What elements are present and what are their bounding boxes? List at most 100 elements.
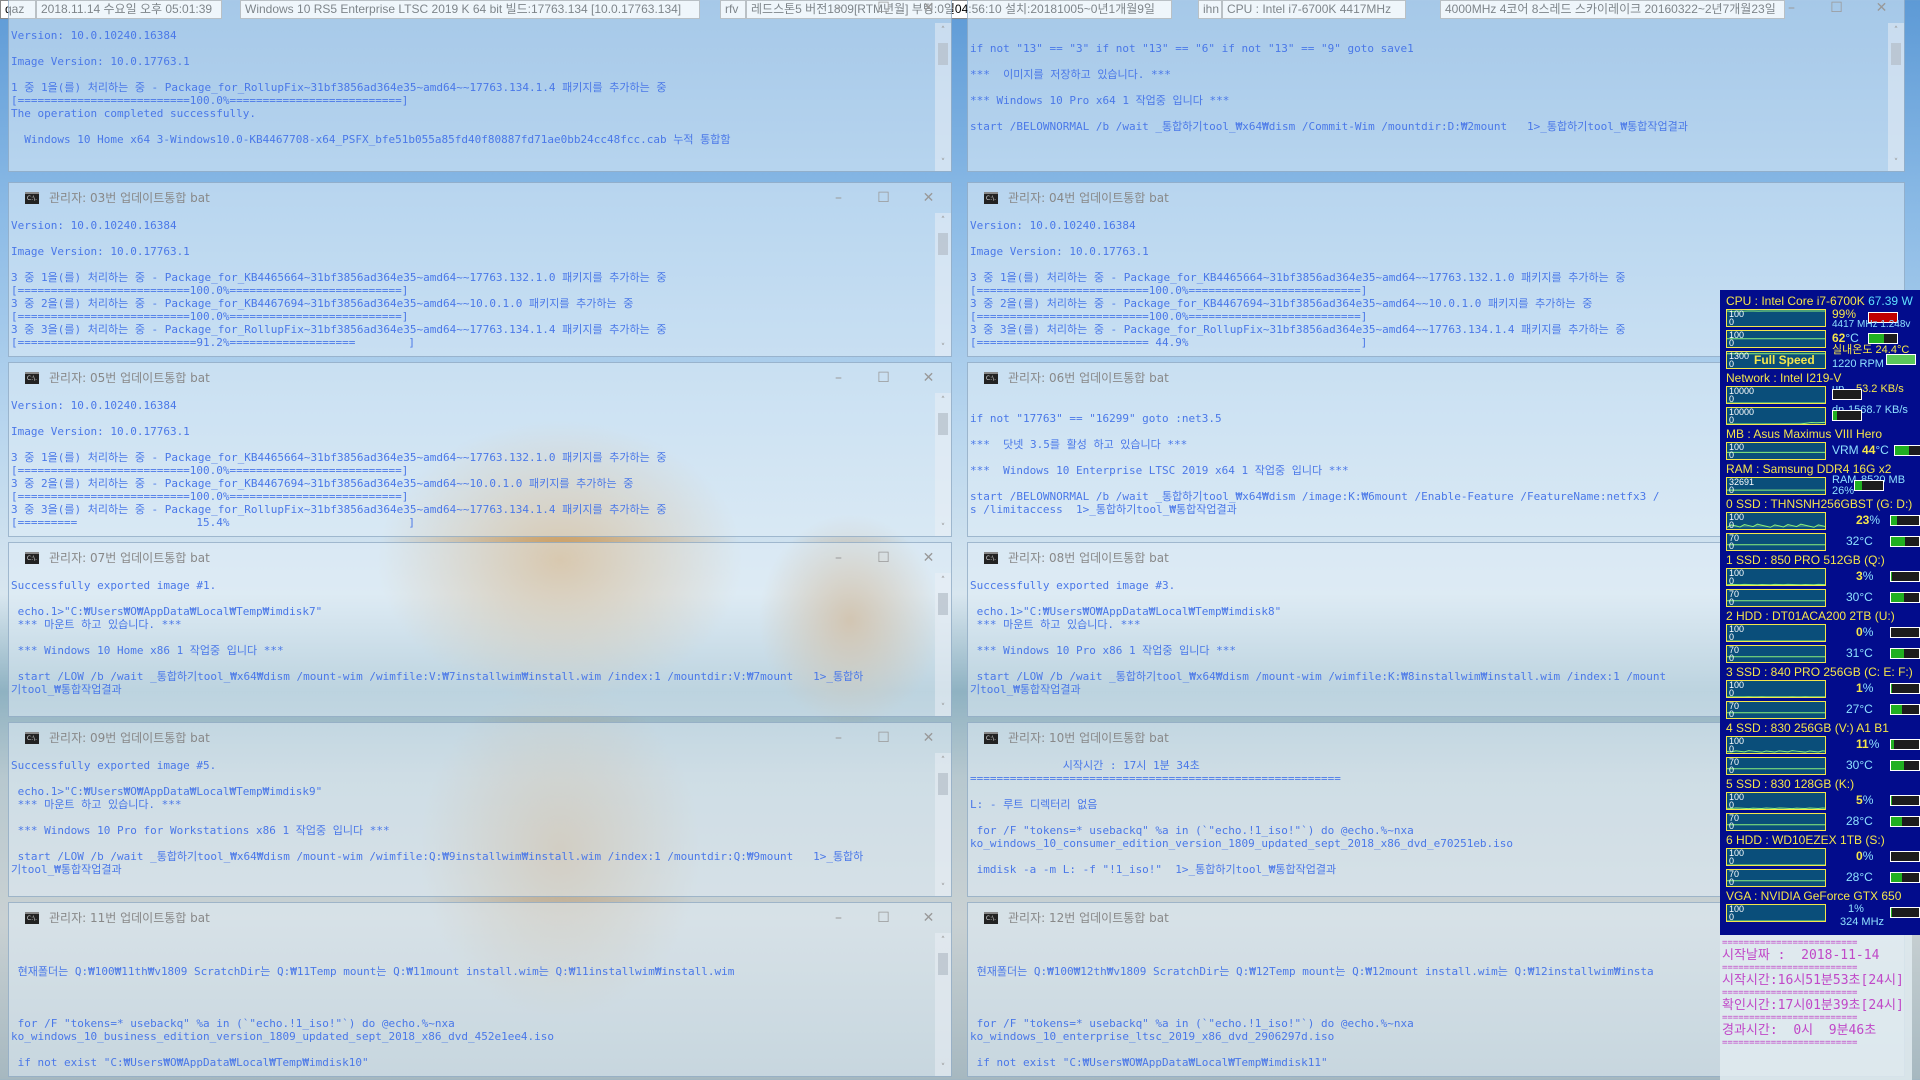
console-window[interactable]: C:\. 관리자: 09번 업데이트통합 bat – ☐ ✕ Successfully e… (8, 722, 952, 897)
maximize-button[interactable]: ☐ (861, 543, 906, 573)
scroll-thumb[interactable] (938, 413, 948, 435)
close-button[interactable]: ✕ (906, 543, 951, 573)
vertical-scrollbar[interactable]: ˄ ˅ (935, 393, 951, 536)
maximize-button[interactable]: ☐ (1814, 0, 1859, 23)
level-bar (1890, 851, 1920, 862)
console-output: Successfully exported image #5. echo.1>"… (9, 753, 935, 896)
monitor-row: 100000up53.2 KB/s (1726, 383, 1916, 405)
scroll-up-icon[interactable]: ˄ (935, 393, 951, 409)
console-line: 3 중 1을(를) 처리하는 중 - Package_for_KB4465664… (11, 451, 667, 464)
window-titlebar[interactable]: C:\. 관리자: 11번 업데이트통합 bat – ☐ ✕ (9, 903, 951, 933)
cmd-icon: C:\. (984, 732, 998, 744)
vertical-scrollbar[interactable]: ˄ ˅ (935, 213, 951, 356)
console-line: [===========================91.2%=======… (11, 336, 415, 349)
maximize-button[interactable]: ☐ (861, 363, 906, 393)
graph-min-label: 0 (1729, 912, 1735, 922)
close-button[interactable]: ✕ (1859, 0, 1904, 23)
console-window[interactable]: C:\. 관리자: 11번 업데이트통합 bat – ☐ ✕ 현재폴더는 Q:₩100₩… (8, 902, 952, 1077)
monitor-row: 100 0 1% (1726, 679, 1920, 699)
scroll-down-icon[interactable]: ˅ (1888, 155, 1904, 171)
console-line: Image Version: 10.0.17763.1 (11, 245, 190, 258)
window-titlebar[interactable]: – ☐ ✕ (9, 0, 951, 23)
minimize-button[interactable]: – (816, 543, 861, 573)
cmd-icon: C:\. (25, 552, 39, 564)
scroll-up-icon[interactable]: ˄ (1888, 23, 1904, 39)
scroll-thumb[interactable] (938, 233, 948, 255)
scroll-up-icon[interactable]: ˄ (935, 213, 951, 229)
minimize-button[interactable]: – (816, 0, 861, 23)
scroll-up-icon[interactable]: ˄ (935, 753, 951, 769)
close-button[interactable]: ✕ (906, 363, 951, 393)
mb-header: MB : Asus Maximus VIII Hero (1726, 427, 1916, 441)
level-bar (1890, 536, 1920, 547)
level-bar (1832, 389, 1862, 400)
scroll-thumb[interactable] (1891, 43, 1901, 65)
console-line: 3 중 2을(를) 처리하는 중 - Package_for_KB4467694… (11, 297, 634, 310)
window-titlebar[interactable]: C:\. 관리자: 07번 업데이트통합 bat – ☐ ✕ (9, 543, 951, 573)
minimize-button[interactable]: – (1769, 0, 1814, 23)
minimize-button[interactable]: – (816, 363, 861, 393)
window-titlebar[interactable]: C:\. 관리자: 05번 업데이트통합 bat – ☐ ✕ (9, 363, 951, 393)
console-line: [==========================100.0%=======… (11, 464, 409, 477)
graph-min-label: 0 (1729, 856, 1735, 866)
scroll-down-icon[interactable]: ˅ (935, 880, 951, 896)
close-button[interactable]: ✕ (906, 903, 951, 933)
minimize-button[interactable]: – (816, 903, 861, 933)
level-bar (1890, 795, 1920, 806)
ram-percent: 26% (1832, 485, 1855, 497)
vertical-scrollbar[interactable]: ˄ ˅ (1888, 23, 1904, 171)
scroll-down-icon[interactable]: ˅ (935, 340, 951, 356)
scroll-thumb[interactable] (938, 593, 948, 615)
vertical-scrollbar[interactable]: ˄ ˅ (935, 753, 951, 896)
window-titlebar[interactable]: C:\. 관리자: 03번 업데이트통합 bat – ☐ ✕ (9, 183, 951, 213)
scroll-thumb[interactable] (938, 773, 948, 795)
history-graph: 100 0 (1726, 330, 1826, 348)
drive-header-text: 0 SSD : THNSNH256GBST (G: D:) (1726, 497, 1913, 511)
scroll-up-icon[interactable]: ˄ (935, 933, 951, 949)
drive-temp: 28°C (1846, 870, 1873, 884)
minimize-button[interactable]: – (816, 183, 861, 213)
maximize-button[interactable]: ☐ (861, 723, 906, 753)
scroll-thumb[interactable] (938, 953, 948, 975)
close-button[interactable]: ✕ (906, 723, 951, 753)
scroll-down-icon[interactable]: ˅ (935, 1060, 951, 1076)
percent-sign: % (1862, 625, 1874, 639)
close-button[interactable]: ✕ (906, 0, 951, 23)
drive-temp-graph: 70 0 (1726, 645, 1826, 663)
maximize-button[interactable]: ☐ (861, 0, 906, 23)
window-titlebar[interactable]: C:\. 관리자: 04번 업데이트통합 bat (968, 183, 1904, 213)
console-window[interactable]: – ☐ ✕ Version: 10.0.10240.16384 Image Versio… (8, 0, 952, 172)
console-window[interactable]: – ☐ ✕ if not "13" == "3" if not "13" == "6"… (967, 0, 1905, 172)
level-bar (1890, 627, 1920, 638)
scroll-down-icon[interactable]: ˅ (935, 155, 951, 171)
drive-header-text: 1 SSD : 850 PRO 512GB (Q:) (1726, 553, 1885, 567)
console-line: Image Version: 10.0.17763.1 (970, 245, 1149, 258)
scroll-down-icon[interactable]: ˅ (935, 700, 951, 716)
window-titlebar[interactable]: C:\. 관리자: 09번 업데이트통합 bat – ☐ ✕ (9, 723, 951, 753)
console-line: Image Version: 10.0.17763.1 (11, 425, 190, 438)
maximize-button[interactable]: ☐ (861, 183, 906, 213)
window-titlebar[interactable]: – ☐ ✕ (968, 0, 1904, 23)
drive-usage-graph: 100 0 (1726, 512, 1826, 530)
vertical-scrollbar[interactable]: ˄ ˅ (935, 23, 951, 171)
drive-usage-value: 1 (1856, 681, 1863, 695)
scroll-up-icon[interactable]: ˄ (935, 23, 951, 39)
console-window[interactable]: C:\. 관리자: 05번 업데이트통합 bat – ☐ ✕ Version: 10.0.… (8, 362, 952, 537)
level-bar (1890, 515, 1920, 526)
scroll-thumb[interactable] (938, 43, 948, 65)
vertical-scrollbar[interactable]: ˄ ˅ (935, 933, 951, 1076)
maximize-button[interactable]: ☐ (861, 903, 906, 933)
scroll-down-icon[interactable]: ˅ (935, 520, 951, 536)
vertical-scrollbar[interactable]: ˄ ˅ (935, 573, 951, 716)
minimize-button[interactable]: – (816, 723, 861, 753)
close-button[interactable]: ✕ (906, 183, 951, 213)
console-window[interactable]: C:\. 관리자: 07번 업데이트통합 bat – ☐ ✕ Successfully e… (8, 542, 952, 717)
console-line: Version: 10.0.10240.16384 (970, 219, 1136, 232)
level-bar (1886, 354, 1916, 365)
history-graph: 10000 0 (1726, 386, 1826, 404)
console-window[interactable]: C:\. 관리자: 03번 업데이트통합 bat – ☐ ✕ Version: 10.0.… (8, 182, 952, 357)
scroll-up-icon[interactable]: ˄ (935, 573, 951, 589)
